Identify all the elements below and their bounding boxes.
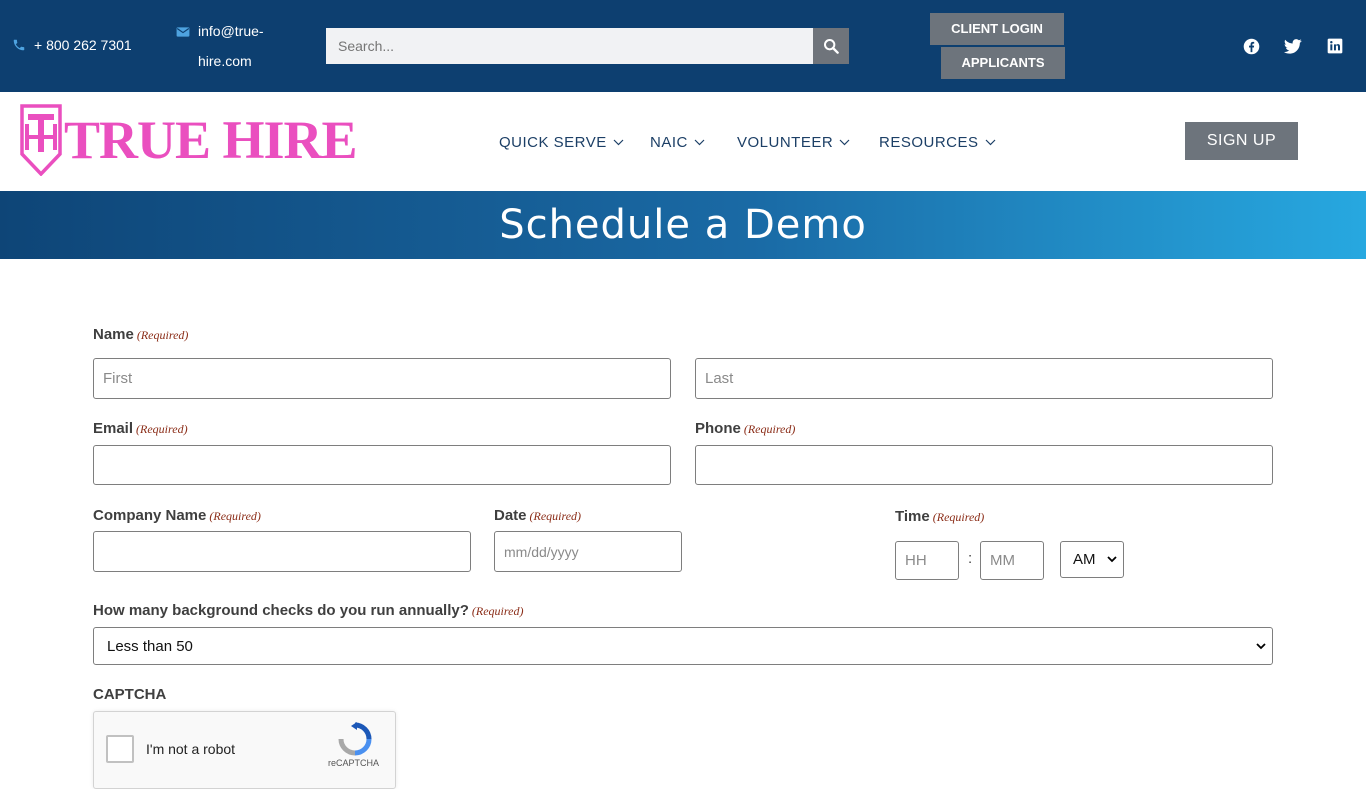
- required-marker: (Required): [136, 422, 188, 436]
- main-header: TRUE HIRE QUICK SERVE NAIC VOLUNTEER RES…: [0, 92, 1366, 191]
- sign-up-button[interactable]: SIGN UP: [1185, 122, 1298, 160]
- nav-label: VOLUNTEER: [737, 134, 834, 151]
- phone-number: + 800 262 7301: [34, 37, 132, 53]
- company-label: Company Name (Required): [93, 507, 261, 524]
- logo-shield-icon: [20, 104, 62, 176]
- top-bar: + 800 262 7301 info@true-hire.com CLIENT…: [0, 0, 1366, 92]
- required-marker: (Required): [932, 510, 985, 524]
- captcha-checkbox[interactable]: [106, 735, 134, 763]
- email-address: info@true-hire.com: [198, 23, 264, 69]
- true-hire-logo[interactable]: TRUE HIRE: [20, 104, 358, 176]
- label-text: Time: [895, 508, 930, 525]
- nav-volunteer[interactable]: VOLUNTEER: [737, 134, 850, 151]
- chevron-down-icon: [985, 139, 995, 146]
- label-text: Company Name: [93, 507, 207, 524]
- nav-naic[interactable]: NAIC: [650, 134, 705, 151]
- email-contact[interactable]: info@true-hire.com: [176, 20, 268, 76]
- chevron-down-icon: [1107, 556, 1117, 563]
- hour-input[interactable]: [895, 541, 959, 580]
- nav-label: RESOURCES: [879, 134, 979, 151]
- twitter-icon[interactable]: [1284, 37, 1302, 55]
- chevron-down-icon: [839, 139, 850, 146]
- search-icon: [823, 38, 839, 54]
- date-label: Date (Required): [494, 507, 581, 524]
- chevron-down-icon: [1256, 643, 1266, 650]
- date-input[interactable]: [494, 531, 682, 572]
- page-title: Schedule a Demo: [499, 202, 867, 248]
- envelope-icon: [176, 26, 190, 38]
- minute-input[interactable]: [980, 541, 1044, 580]
- recaptcha-icon: [338, 722, 372, 756]
- logo-text: TRUE HIRE: [64, 110, 358, 170]
- label-text: Date: [494, 507, 527, 524]
- required-marker: (Required): [471, 604, 524, 618]
- checks-select[interactable]: Less than 50: [93, 627, 1273, 665]
- captcha-text: I'm not a robot: [146, 741, 236, 757]
- search-button[interactable]: [813, 28, 849, 64]
- time-label: Time (Required): [895, 508, 984, 525]
- required-marker: (Required): [743, 422, 796, 436]
- phone-label: Phone (Required): [695, 420, 795, 437]
- name-label: Name (Required): [93, 326, 188, 343]
- ampm-value: AM: [1073, 551, 1096, 568]
- phone-input[interactable]: [695, 445, 1273, 485]
- linkedin-icon[interactable]: [1326, 37, 1344, 55]
- last-name-input[interactable]: [695, 358, 1273, 399]
- required-marker: (Required): [209, 509, 261, 523]
- first-name-input[interactable]: [93, 358, 671, 399]
- label-text: Name: [93, 326, 134, 343]
- phone-icon: [12, 38, 26, 52]
- recaptcha-brand: reCAPTCHA: [328, 758, 380, 768]
- phone-contact[interactable]: + 800 262 7301: [12, 37, 132, 53]
- recaptcha-widget: I'm not a robot reCAPTCHA: [93, 711, 396, 789]
- label-text: Email: [93, 420, 134, 437]
- chevron-down-icon: [613, 139, 624, 146]
- chevron-down-icon: [694, 139, 705, 146]
- nav-resources[interactable]: RESOURCES: [879, 134, 996, 151]
- applicants-button[interactable]: APPLICANTS: [941, 47, 1065, 79]
- page-banner: Schedule a Demo: [0, 191, 1366, 259]
- facebook-icon[interactable]: [1242, 37, 1260, 55]
- checks-value: Less than 50: [107, 637, 193, 655]
- company-name-input[interactable]: [93, 531, 471, 572]
- captcha-label: CAPTCHA: [93, 686, 167, 703]
- search-input[interactable]: [326, 28, 813, 64]
- time-separator: :: [968, 550, 973, 567]
- email-label: Email (Required): [93, 420, 188, 437]
- search-bar: [326, 28, 849, 64]
- label-text: Phone: [695, 420, 741, 437]
- nav-quick-serve[interactable]: QUICK SERVE: [499, 134, 624, 151]
- ampm-select[interactable]: AM: [1060, 541, 1124, 578]
- required-marker: (Required): [136, 328, 189, 342]
- email-input[interactable]: [93, 445, 671, 485]
- label-text: How many background checks do you run an…: [93, 602, 469, 619]
- required-marker: (Required): [529, 509, 582, 523]
- nav-label: NAIC: [650, 134, 688, 151]
- checks-label: How many background checks do you run an…: [93, 602, 523, 619]
- client-login-button[interactable]: CLIENT LOGIN: [930, 13, 1064, 45]
- nav-label: QUICK SERVE: [499, 134, 607, 151]
